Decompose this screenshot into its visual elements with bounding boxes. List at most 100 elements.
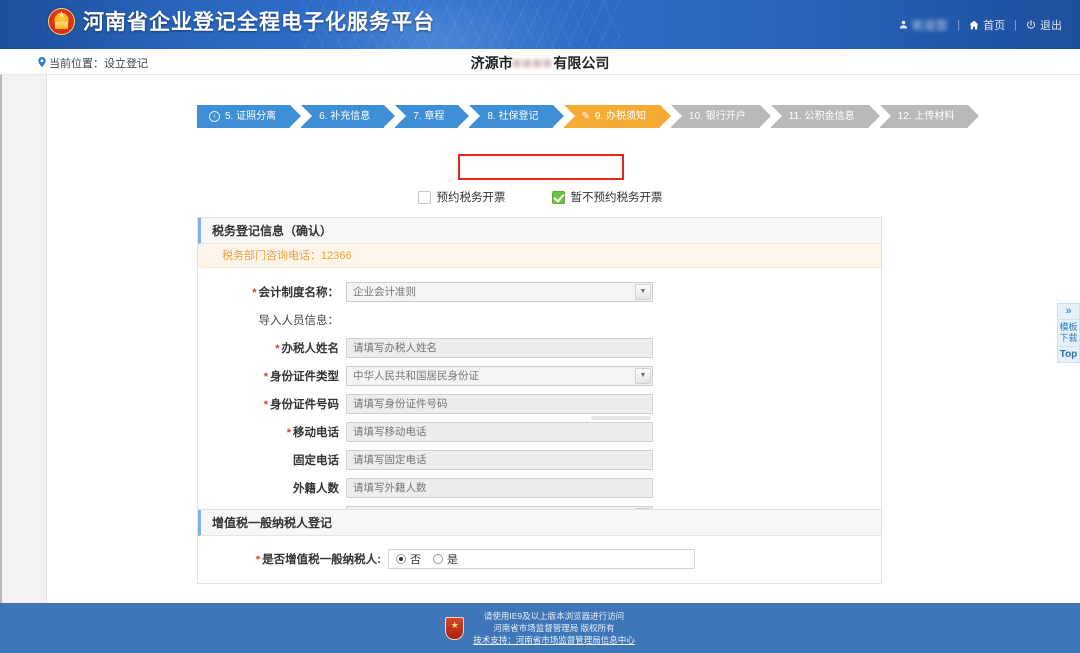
- step-label-6: 6. 补充信息: [319, 111, 371, 122]
- site-title: 河南省企业登记全程电子化服务平台: [83, 11, 435, 34]
- label-accounting-system: * 会计制度名称：: [198, 284, 346, 300]
- required-mark: *: [252, 287, 257, 299]
- radio-vat-yes-label: 是: [447, 554, 458, 566]
- page-root: 河南省企业登记全程电子化服务平台 欢迎您 | 首页 | 退出: [0, 0, 1080, 653]
- input-foreigner-count[interactable]: [346, 478, 653, 498]
- welcome-label: 欢迎您: [912, 19, 949, 32]
- footer-support-link[interactable]: 技术支持：河南省市场监督管理局信息中心: [473, 634, 635, 646]
- step-highlight-box: [458, 154, 624, 180]
- step-item-6[interactable]: 6. 补充信息: [301, 105, 396, 128]
- step-item-7[interactable]: 7. 章程: [395, 105, 470, 128]
- step-item-10[interactable]: 10. 银行开户: [671, 105, 771, 128]
- label-taxpayer-name: * 办税人姓名: [198, 340, 346, 356]
- required-mark: *: [255, 554, 261, 566]
- side-expand-button[interactable]: »: [1057, 303, 1080, 319]
- field-row-import-personnel: 导入人员信息：: [198, 306, 881, 334]
- appointment-options: 预约税务开票 暂不预约税务开票: [0, 189, 1080, 205]
- step-label-7: 7. 章程: [413, 111, 445, 122]
- step-label-10: 10. 银行开户: [689, 111, 746, 122]
- checkbox-skip-label: 暂不预约税务开票: [570, 192, 663, 204]
- control-fixed-phone: [346, 450, 653, 470]
- label-id-number-text: 身份证件号码: [270, 399, 339, 411]
- vat-panel-body: * 是否增值税一般纳税人: 否 是: [198, 536, 881, 583]
- field-row-foreigner-count: 外籍人数: [198, 474, 881, 502]
- checkbox-checked-icon[interactable]: [551, 190, 565, 204]
- home-icon: [969, 20, 979, 30]
- site-header: 河南省企业登记全程电子化服务平台 欢迎您 | 首页 | 退出: [0, 0, 1080, 49]
- footer-line-1: 请使用IE9及以上版本浏览器进行访问: [483, 611, 625, 621]
- left-strip: [0, 75, 47, 603]
- step-item-9[interactable]: ✎ 9. 办税须知: [563, 105, 671, 128]
- required-mark: *: [286, 427, 291, 439]
- chevron-down-icon[interactable]: ▼: [635, 284, 651, 300]
- company-name-redacted: ××××: [512, 55, 554, 71]
- main-canvas: 济源市××××有限公司 ‹ 5. 证照分离 6. 补充信息 7. 章程 8. 社…: [0, 55, 1080, 653]
- side-toolbar: » 模板 下载 Top: [1057, 303, 1080, 363]
- chevron-down-icon[interactable]: ▼: [635, 368, 651, 384]
- label-mobile-phone: * 移动电话: [198, 424, 346, 440]
- logout-link[interactable]: 退出: [1026, 17, 1062, 33]
- tax-panel-title: 税务登记信息（确认）: [198, 218, 881, 244]
- radio-unselected-icon[interactable]: [433, 554, 443, 564]
- input-mobile-phone[interactable]: [346, 422, 653, 442]
- chevron-left-circle-icon[interactable]: ‹: [209, 111, 220, 122]
- home-link[interactable]: 首页: [969, 17, 1005, 33]
- company-name-suffix: 有限公司: [553, 55, 610, 71]
- site-footer: 请使用IE9及以上版本浏览器进行访问 河南省市场监督管理局 版权所有 技术支持：…: [0, 603, 1080, 653]
- checkbox-skip-tax-invoice[interactable]: 暂不预约税务开票: [551, 189, 663, 205]
- police-emblem-icon: [445, 616, 465, 640]
- label-import-personnel-text: 导入人员信息：: [258, 315, 340, 327]
- field-row-taxpayer-name: * 办税人姓名: [198, 334, 881, 362]
- radio-vat-no-label: 否: [410, 554, 421, 566]
- pencil-icon: ✎: [581, 111, 590, 122]
- step-label-8: 8. 社保登记: [487, 111, 539, 122]
- input-id-number[interactable]: [346, 394, 653, 414]
- step-item-5[interactable]: ‹ 5. 证照分离: [197, 105, 302, 128]
- step-label-11: 11. 公积金信息: [788, 111, 855, 122]
- logout-label: 退出: [1040, 19, 1062, 32]
- select-accounting-system[interactable]: 企业会计准则 ▼: [346, 282, 653, 302]
- company-name-prefix: 济源市: [470, 55, 513, 71]
- step-item-11[interactable]: 11. 公积金信息: [770, 105, 880, 128]
- control-taxpayer-name: [346, 338, 653, 358]
- control-mobile-phone: [346, 422, 653, 442]
- input-fixed-phone[interactable]: [346, 450, 653, 470]
- checkbox-unchecked-icon[interactable]: [417, 190, 431, 204]
- field-row-mobile-phone: * 移动电话: [198, 418, 881, 446]
- label-accounting-system-text: 会计制度名称：: [258, 287, 340, 299]
- control-vat-general-taxpayer: 否 是: [388, 549, 695, 569]
- step-label-5: 5. 证照分离: [225, 111, 277, 122]
- required-mark: *: [263, 399, 268, 411]
- radio-vat-yes[interactable]: 是: [433, 551, 458, 567]
- template-download-button[interactable]: 模板 下载: [1057, 319, 1080, 346]
- tax-panel-notice: 税务部门咨询电话：12366: [198, 244, 881, 268]
- radio-vat-no[interactable]: 否: [396, 551, 421, 567]
- footer-text: 请使用IE9及以上版本浏览器进行访问 河南省市场监督管理局 版权所有 技术支持：…: [473, 610, 635, 646]
- radio-selected-icon[interactable]: [396, 554, 406, 564]
- required-mark: *: [275, 343, 280, 355]
- select-id-type[interactable]: 中华人民共和国居民身份证 ▼: [346, 366, 653, 386]
- label-id-number: * 身份证件号码: [198, 396, 346, 412]
- header-separator-1: |: [957, 18, 961, 31]
- radio-group-vat-general-taxpayer: 否 是: [388, 549, 695, 569]
- input-taxpayer-name[interactable]: [346, 338, 653, 358]
- step-item-12[interactable]: 12. 上传材料: [879, 105, 979, 128]
- label-id-type-text: 身份证件类型: [270, 371, 339, 383]
- footer-line-2: 河南省市场监督管理局 版权所有: [493, 623, 615, 633]
- vat-registration-panel: 增值税一般纳税人登记 * 是否增值税一般纳税人: 否 是: [197, 509, 882, 584]
- label-foreigner-count: 外籍人数: [198, 480, 346, 496]
- label-fixed-phone-text: 固定电话: [293, 455, 339, 467]
- header-separator-2: |: [1014, 18, 1017, 31]
- label-vat-general-taxpayer: * 是否增值税一般纳税人:: [198, 551, 388, 567]
- field-row-fixed-phone: 固定电话: [198, 446, 881, 474]
- label-id-type: * 身份证件类型: [198, 368, 346, 384]
- step-item-8[interactable]: 8. 社保登记: [469, 105, 564, 128]
- control-foreigner-count: [346, 478, 653, 498]
- control-id-number: [346, 394, 653, 420]
- brand: 河南省企业登记全程电子化服务平台: [48, 6, 435, 36]
- field-row-id-type: * 身份证件类型 中华人民共和国居民身份证 ▼: [198, 362, 881, 390]
- checkbox-reserve-tax-invoice[interactable]: 预约税务开票: [417, 189, 506, 205]
- scroll-to-top-button[interactable]: Top: [1057, 346, 1080, 363]
- header-actions: 欢迎您 | 首页 | 退出: [899, 0, 1062, 49]
- select-id-type-value: 中华人民共和国居民身份证: [353, 370, 479, 382]
